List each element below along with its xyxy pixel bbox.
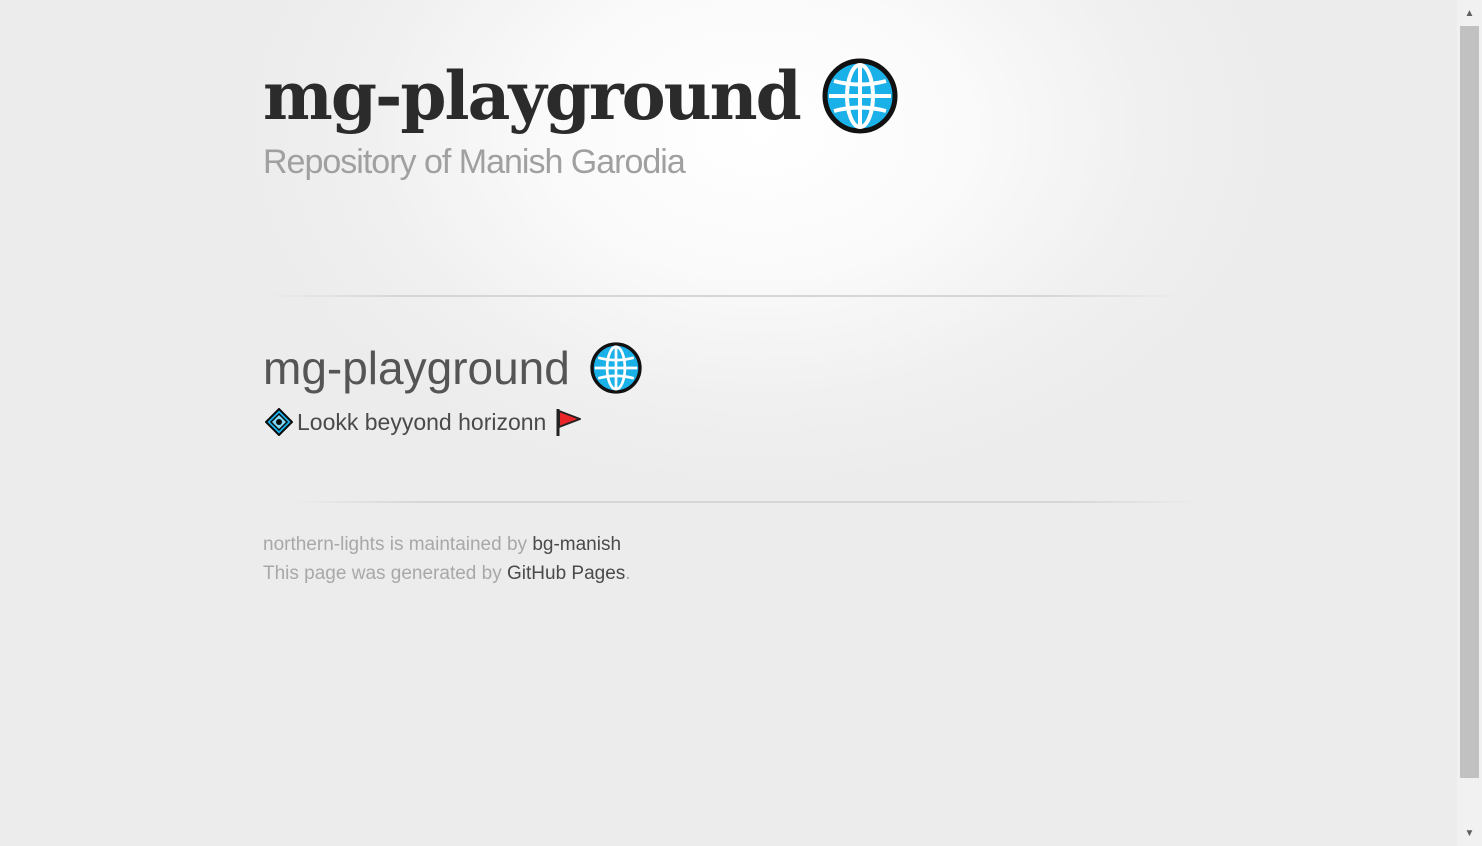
site-title-text: mg-playground [263,57,802,135]
scroll-down-arrow-icon[interactable]: ▼ [1457,822,1482,844]
triangular-flag-icon [554,407,582,437]
divider [263,295,1183,297]
globe-icon [822,58,898,134]
footer-generator-line: This page was generated by GitHub Pages. [263,559,631,588]
footer: northern-lights is maintained by bg-mani… [263,530,631,588]
scroll-up-arrow-icon[interactable]: ▲ [1457,2,1482,24]
globe-icon [590,342,642,394]
footer-generator-text: This page was generated by [263,563,507,584]
tagline: Repository of Manish Garodia [263,143,686,181]
site-title: mg-playground [263,52,898,140]
main-heading: mg-playground [263,340,642,396]
footer-maintainer-text: northern-lights is maintained by [263,534,533,555]
page: mg-playground Repository of Manish Garod… [0,0,1457,846]
main-heading-text: mg-playground [263,342,570,394]
github-pages-link[interactable]: GitHub Pages [507,563,625,584]
vertical-scrollbar[interactable]: ▲ ▼ [1457,0,1482,846]
scrollbar-thumb[interactable] [1460,26,1479,778]
subline: Lookk beyyond horizonn [264,406,582,438]
subline-text: Lookk beyyond horizonn [297,409,547,435]
diamond-with-dot-icon [264,407,294,437]
divider [290,501,1200,503]
footer-period: . [625,563,631,584]
footer-maintainer-line: northern-lights is maintained by bg-mani… [263,530,631,559]
maintainer-link[interactable]: bg-manish [532,534,621,555]
